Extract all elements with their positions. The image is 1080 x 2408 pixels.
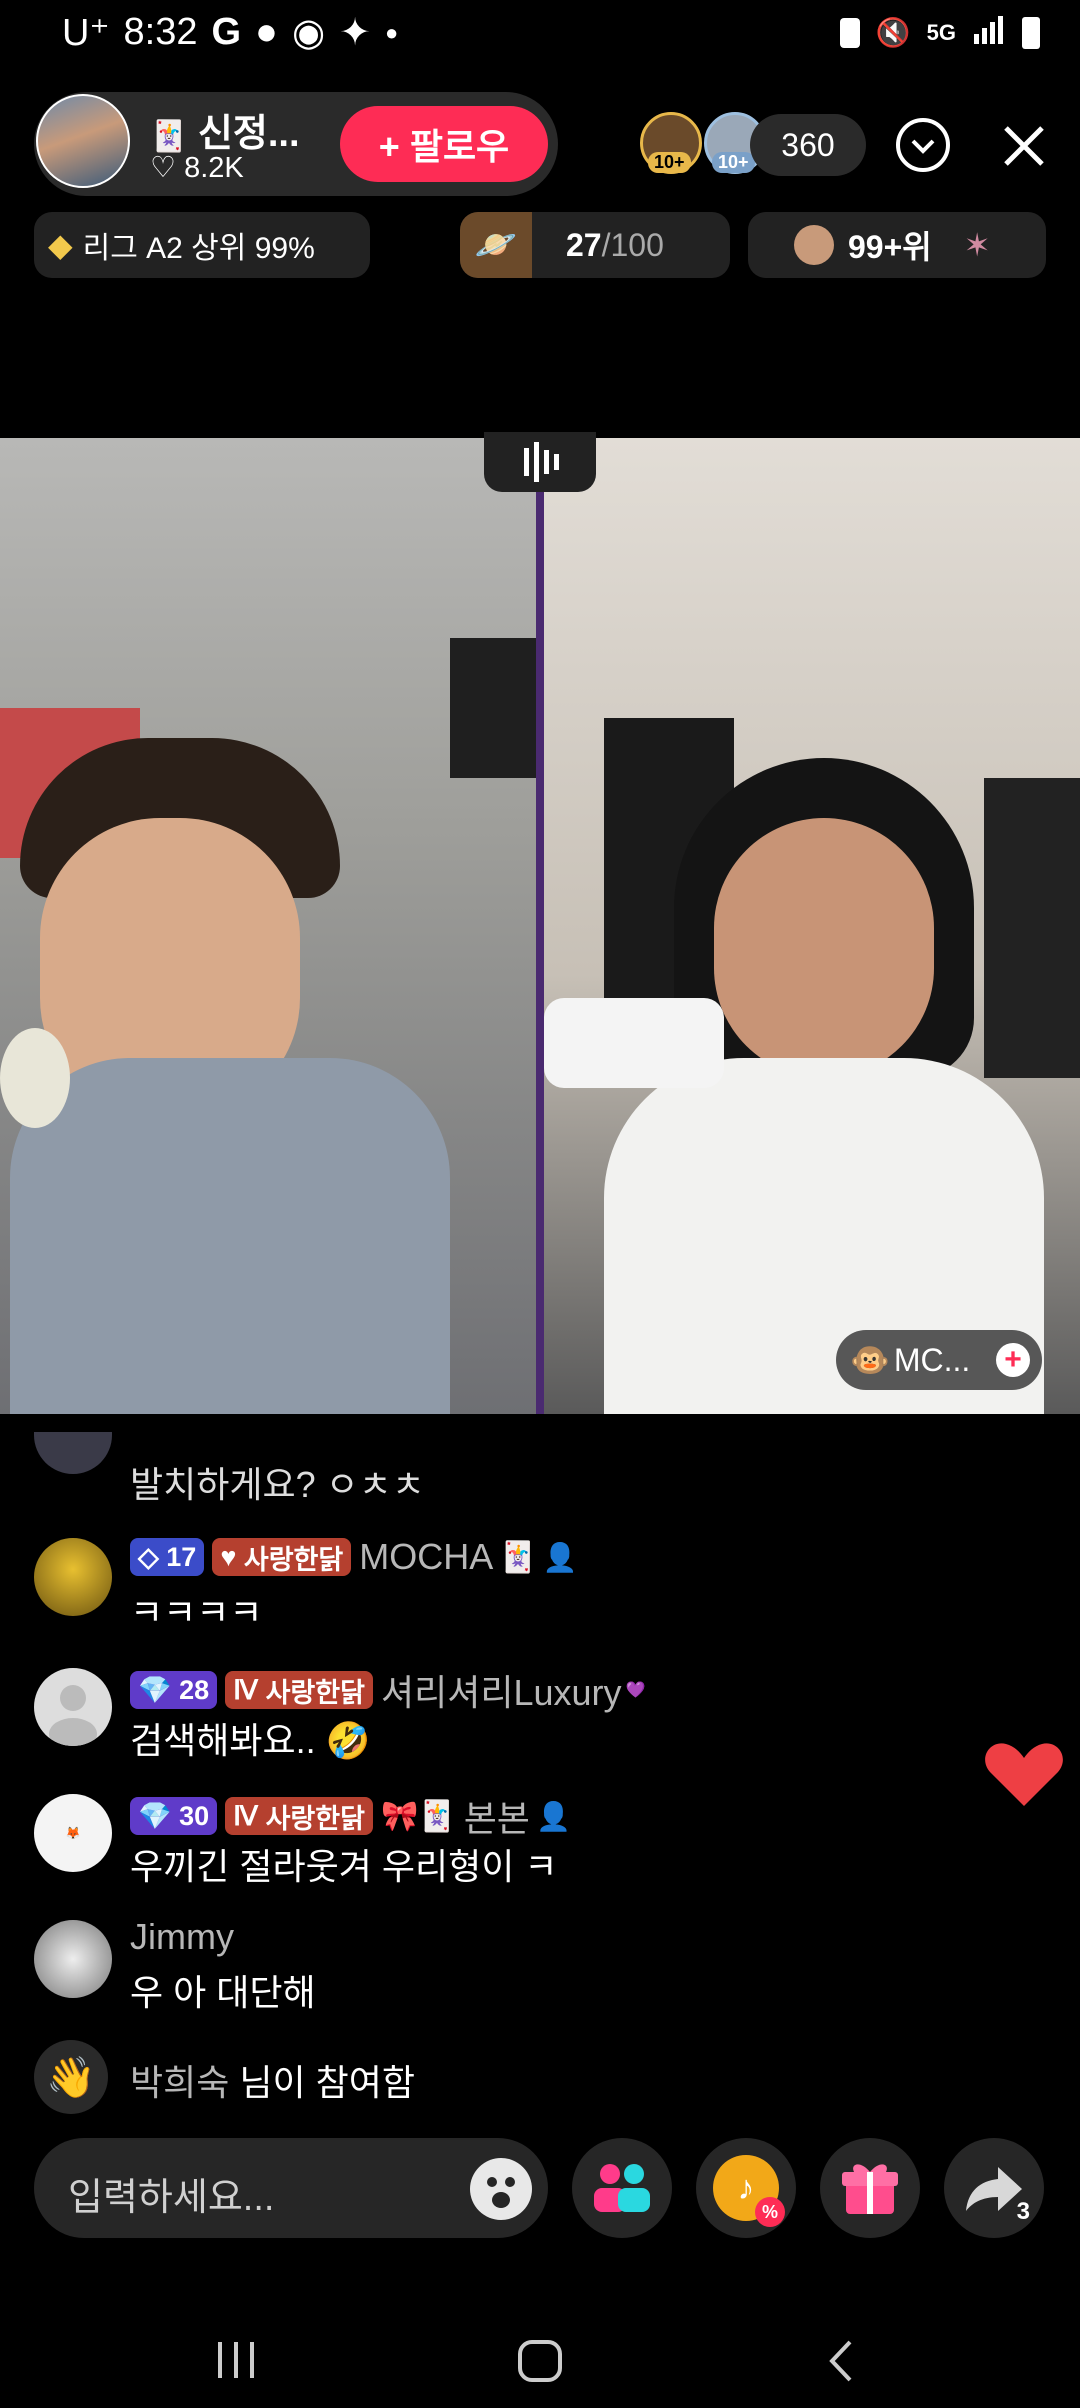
card-emoji-icon: 🃏	[150, 120, 188, 153]
card-emoji-icon: 🃏	[418, 1799, 456, 1833]
system-nav-bar	[0, 2300, 1080, 2408]
fan-club-label: 사랑한닭	[243, 1544, 344, 1575]
viewer-rank-badge-2: 10+	[712, 152, 755, 173]
mute-icon: 🔇	[875, 17, 911, 48]
emoji-icon[interactable]	[470, 2158, 532, 2220]
joined-username[interactable]: 박희숙	[130, 2062, 229, 2103]
app-notification-icon: ●	[255, 11, 278, 53]
fan-club-badge: Ⅳ 사랑한닭	[225, 1797, 373, 1835]
host-name: 신정...	[197, 113, 300, 155]
viewer-rank-badge-1: 10+	[648, 152, 691, 173]
carrier-label: U⁺	[62, 12, 110, 54]
goal-pill[interactable]: 🪐 27/100	[460, 212, 730, 278]
goal-current: 27	[566, 226, 602, 263]
ribbon-icon: 🎀	[380, 1799, 419, 1833]
nav-back-icon[interactable]	[826, 2338, 856, 2389]
status-bar: U⁺ 8:32 G ● ◉ ✦ ● 🔇 5G	[0, 0, 1080, 70]
chat-avatar[interactable]	[34, 1668, 112, 1746]
chat-message-text: ㅋㅋㅋㅋ	[130, 1592, 263, 1633]
card-emoji-icon: 🃏	[499, 1540, 537, 1574]
chat-username[interactable]: MOCHA	[359, 1536, 493, 1578]
heart-icon	[984, 1740, 1064, 1815]
level-badge: 💎 30	[130, 1797, 218, 1835]
comment-input[interactable]: 입력하세요...	[34, 2138, 548, 2238]
battery-icon	[1022, 16, 1040, 49]
monkey-icon: 🐵	[850, 1342, 890, 1378]
chevron-down-icon[interactable]	[896, 118, 950, 172]
nav-home-icon[interactable]	[516, 2338, 564, 2389]
right-stream-video[interactable]	[544, 438, 1080, 1414]
heart-outline-icon: ♡	[150, 152, 176, 184]
signal-icon	[972, 14, 1006, 51]
chat-message-text: 발치하게요? ㅇㅊㅊ	[130, 1464, 425, 1505]
host-likes-count: 8.2K	[184, 152, 244, 184]
dot-icon: ●	[385, 19, 399, 45]
google-icon: G	[211, 11, 242, 53]
level-number: 17	[166, 1541, 197, 1572]
league-pill[interactable]: ◆ 리그 A2 상위 99%	[34, 212, 370, 278]
battery-saver-icon	[839, 17, 860, 48]
rank-label: 99+위	[848, 229, 932, 265]
chat-avatar[interactable]: 🦊	[34, 1794, 112, 1872]
rank-pill[interactable]: 99+위 ✶	[748, 212, 1046, 278]
close-icon[interactable]	[994, 116, 1054, 176]
guest-name-tag[interactable]: 🐵 MC... +	[836, 1330, 1042, 1390]
rank-avatar	[794, 225, 834, 265]
league-label: 리그 A2 상위 99%	[82, 232, 315, 265]
level-badge: ◇ 17	[130, 1538, 205, 1576]
moderator-icon: 👤	[535, 1800, 571, 1832]
stream-divider	[536, 438, 544, 1414]
audio-icon[interactable]	[484, 432, 596, 492]
star-emblem-icon: ✶	[963, 227, 991, 263]
chat-avatar[interactable]	[34, 1920, 112, 1998]
host-avatar[interactable]	[36, 94, 130, 188]
chat-message-text: 우끼긴 절라웃겨 우리형이 ㅋ	[130, 1846, 558, 1887]
level-number: 30	[179, 1800, 210, 1831]
share-count: 3	[1016, 2198, 1030, 2225]
left-stream-video[interactable]	[0, 438, 536, 1414]
nav-recents-icon[interactable]	[214, 2340, 260, 2385]
comment-placeholder: 입력하세요...	[68, 2177, 275, 2219]
add-guest-icon[interactable]: +	[996, 1343, 1030, 1377]
tiktok-coupon-icon[interactable]: ♪%	[696, 2138, 796, 2238]
fan-club-badge: ♥ 사랑한닭	[212, 1538, 352, 1576]
sparkle-icon: ✦	[339, 12, 371, 54]
chat-username[interactable]: 셔리셔리Luxury	[381, 1664, 622, 1716]
level-number: 28	[179, 1674, 210, 1705]
people-icon[interactable]	[572, 2138, 672, 2238]
fan-club-label: 사랑한닭	[265, 1803, 365, 1834]
diamond-icon: ◆	[48, 227, 73, 263]
chat-avatar[interactable]	[34, 1538, 112, 1616]
chat-message-text: 검색해봐요.. 🤣	[130, 1720, 371, 1761]
chat-username[interactable]: Jimmy	[130, 1916, 234, 1958]
network-type: 5G	[926, 19, 956, 45]
fan-club-label: 사랑한닭	[265, 1677, 365, 1708]
purple-heart-icon: 💜	[625, 1682, 646, 1699]
level-badge: 💎 28	[130, 1671, 218, 1709]
follow-button[interactable]: + 팔로우	[340, 106, 548, 182]
chat-message-text: 우 아 대단해	[130, 1972, 316, 2013]
wave-icon: 👋	[34, 2040, 108, 2114]
moderator-icon: 👤	[542, 1541, 578, 1573]
goal-total: /100	[601, 226, 664, 263]
fan-club-badge: Ⅳ 사랑한닭	[225, 1671, 373, 1709]
join-text: 님이 참여함	[239, 2062, 415, 2103]
chat-username[interactable]: 본본	[464, 1790, 530, 1842]
clock: 8:32	[123, 11, 198, 53]
viewer-count[interactable]: 360	[750, 114, 866, 176]
play-icon: ◉	[291, 12, 326, 54]
chat-avatar[interactable]	[34, 1432, 112, 1474]
guest-name: MC...	[893, 1341, 971, 1378]
share-icon[interactable]: 3	[944, 2138, 1044, 2238]
planet-icon: 🪐	[460, 212, 532, 278]
gift-icon[interactable]	[820, 2138, 920, 2238]
